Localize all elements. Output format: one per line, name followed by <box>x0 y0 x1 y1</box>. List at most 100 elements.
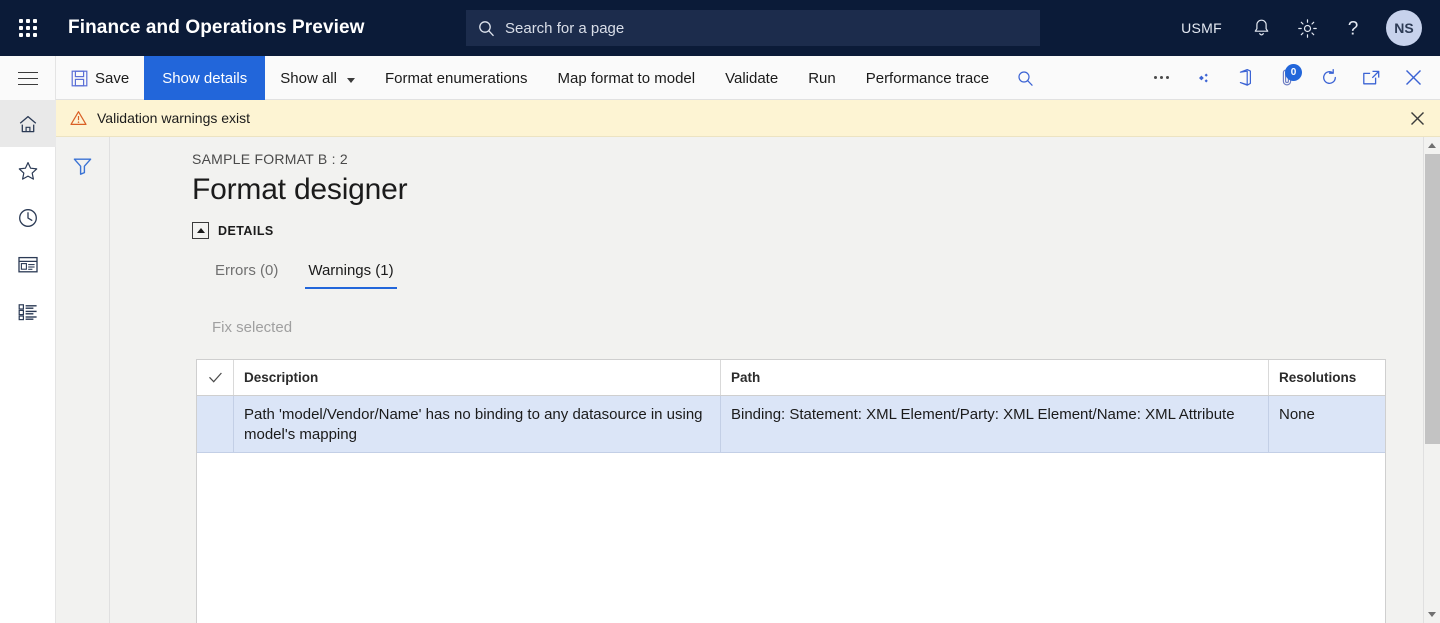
validation-grid: Description Path Resolutions Path 'model… <box>196 359 1386 623</box>
dismiss-warning-button[interactable] <box>1394 100 1440 137</box>
validate-button[interactable]: Validate <box>710 56 793 100</box>
fix-selected-button[interactable]: Fix selected <box>210 315 294 340</box>
sidebar-item-recent[interactable] <box>0 194 56 241</box>
sidebar-item-home[interactable] <box>0 100 56 147</box>
attachments-button[interactable]: 0 <box>1266 56 1308 100</box>
row-checkbox[interactable] <box>197 396 234 452</box>
command-bar-right-icons: 0 <box>1140 56 1440 99</box>
details-section-label: DETAILS <box>218 223 274 238</box>
page-title: Format designer <box>192 173 408 206</box>
scroll-down-button[interactable] <box>1424 606 1440 623</box>
overflow-menu-icon <box>1153 76 1169 79</box>
bell-icon <box>1252 18 1271 38</box>
overflow-menu-button[interactable] <box>1140 56 1182 100</box>
grid-empty-area <box>197 453 1385 623</box>
filter-pane-toggle[interactable] <box>66 151 100 181</box>
close-icon <box>1409 110 1426 127</box>
tab-errors[interactable]: Errors (0) <box>212 258 281 289</box>
command-bar: Save Show details Show all Format enumer… <box>56 56 1440 100</box>
svg-text:?: ? <box>1348 18 1359 39</box>
workspace-icon <box>17 255 39 275</box>
scrollbar-track[interactable] <box>1424 154 1440 606</box>
open-in-new-window-icon <box>1362 69 1381 86</box>
save-button[interactable]: Save <box>56 56 144 100</box>
hamburger-icon <box>17 71 38 85</box>
scrollbar-thumb[interactable] <box>1424 154 1440 444</box>
grid-actions: Fix selected <box>192 315 1423 340</box>
map-format-to-model-label: Map format to model <box>557 69 696 87</box>
sidebar-item-workspaces[interactable] <box>0 241 56 288</box>
global-search-box[interactable]: Search for a page <box>466 10 1040 46</box>
performance-trace-label: Performance trace <box>865 69 990 87</box>
settings-button[interactable] <box>1284 0 1330 56</box>
details-collapse-toggle[interactable] <box>192 222 209 239</box>
save-icon <box>71 70 88 87</box>
grid-header-resolutions[interactable]: Resolutions <box>1269 360 1385 395</box>
global-search-placeholder: Search for a page <box>505 19 625 37</box>
scroll-down-arrow-icon <box>1428 612 1436 617</box>
validation-grid-wrapper: Description Path Resolutions Path 'model… <box>196 359 1423 623</box>
map-format-to-model-button[interactable]: Map format to model <box>543 56 711 100</box>
star-icon <box>17 160 39 182</box>
sidebar-item-modules[interactable] <box>0 288 56 335</box>
grid-header-select-all[interactable] <box>197 360 234 395</box>
format-enumerations-label: Format enumerations <box>384 69 528 87</box>
details-section-header: DETAILS <box>192 222 1423 239</box>
gear-icon <box>1297 18 1318 39</box>
row-description: Path 'model/Vendor/Name' has no binding … <box>234 396 721 452</box>
checkmark-icon <box>208 371 223 384</box>
page-content: SAMPLE FORMAT B : 2 Format designer DETA… <box>110 137 1423 623</box>
row-path: Binding: Statement: XML Element/Party: X… <box>721 396 1269 452</box>
clock-icon <box>17 207 39 229</box>
close-icon <box>1403 67 1424 88</box>
grid-header-path[interactable]: Path <box>721 360 1269 395</box>
warning-triangle-icon <box>70 110 87 126</box>
validation-tabs: Errors (0) Warnings (1) <box>192 258 1423 289</box>
refresh-button[interactable] <box>1308 56 1350 100</box>
show-all-dropdown[interactable]: Show all <box>265 56 370 100</box>
format-enumerations-button[interactable]: Format enumerations <box>370 56 543 100</box>
user-avatar[interactable]: NS <box>1386 10 1422 46</box>
save-button-label: Save <box>95 69 130 87</box>
open-in-office-icon <box>1237 68 1253 87</box>
navigation-pane-toggle[interactable] <box>0 56 56 100</box>
app-launcher-button[interactable] <box>0 0 56 56</box>
notifications-button[interactable] <box>1238 0 1284 56</box>
search-icon <box>478 20 495 37</box>
performance-trace-button[interactable]: Performance trace <box>851 56 1004 100</box>
help-button[interactable]: ? <box>1330 0 1376 56</box>
home-icon <box>17 113 39 135</box>
app-title: Finance and Operations Preview <box>68 17 365 38</box>
filter-funnel-icon <box>72 156 93 176</box>
main-column: Validation warnings exist SAMPLE FORMAT … <box>56 100 1440 623</box>
attachments-count-badge: 0 <box>1285 63 1302 81</box>
show-details-button[interactable]: Show details <box>144 56 266 100</box>
share-button[interactable] <box>1182 56 1224 100</box>
left-navigation-rail <box>0 100 56 623</box>
share-icon <box>1193 71 1213 85</box>
table-row[interactable]: Path 'model/Vendor/Name' has no binding … <box>197 396 1385 453</box>
question-mark-icon: ? <box>1343 18 1363 39</box>
open-in-office-button[interactable] <box>1224 56 1266 100</box>
command-bar-search-button[interactable] <box>1004 56 1046 100</box>
close-page-button[interactable] <box>1392 56 1434 100</box>
show-details-label: Show details <box>162 69 248 87</box>
scroll-up-button[interactable] <box>1424 137 1440 154</box>
run-button[interactable]: Run <box>793 56 851 100</box>
grid-header-description[interactable]: Description <box>234 360 721 395</box>
show-all-label: Show all <box>280 69 337 87</box>
scroll-up-arrow-icon <box>1428 143 1436 148</box>
chevron-down-icon <box>346 77 355 83</box>
tab-warnings[interactable]: Warnings (1) <box>305 258 397 289</box>
collapse-triangle-icon <box>196 228 205 233</box>
company-selector[interactable]: USMF <box>1165 20 1238 36</box>
page-vertical-scrollbar[interactable] <box>1423 137 1440 623</box>
top-bar-right-actions: USMF ? NS <box>1165 0 1440 56</box>
open-in-new-window-button[interactable] <box>1350 56 1392 100</box>
sidebar-item-favorites[interactable] <box>0 147 56 194</box>
modules-list-icon <box>17 302 39 322</box>
search-icon <box>1017 70 1034 87</box>
filter-pane-column <box>56 137 110 623</box>
validation-warning-bar: Validation warnings exist <box>56 100 1440 137</box>
application-body: Validation warnings exist SAMPLE FORMAT … <box>0 100 1440 623</box>
